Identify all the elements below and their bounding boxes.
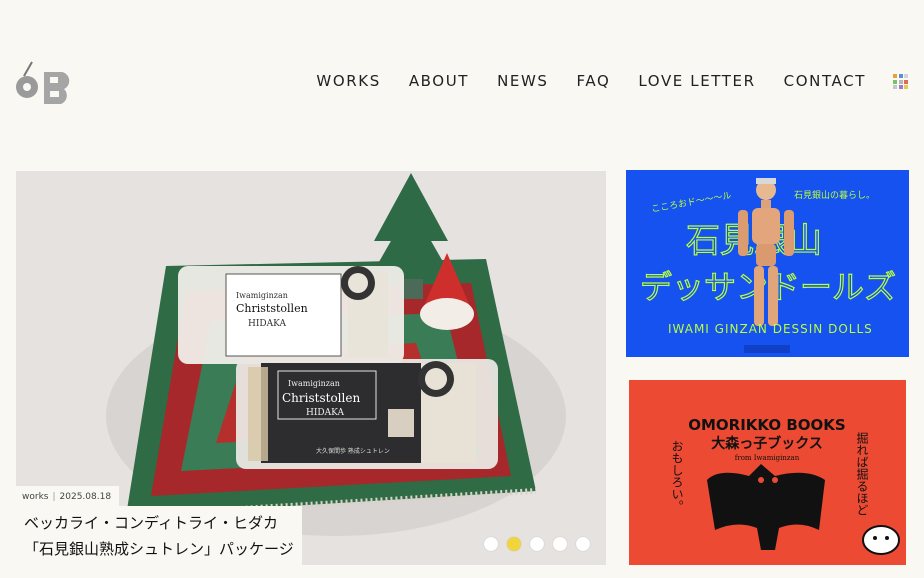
nav-news[interactable]: NEWS: [497, 72, 548, 90]
svg-text:Christstollen: Christstollen: [236, 302, 308, 315]
svg-text:Iwamiginzan: Iwamiginzan: [288, 379, 340, 388]
main-nav: WORKS ABOUT NEWS FAQ LOVE LETTER CONTACT: [316, 72, 866, 90]
svg-text:おもしろい。: おもしろい。: [670, 440, 684, 512]
svg-text:Iwamiginzan: Iwamiginzan: [236, 291, 288, 300]
svg-text:石見銀山の暮らし。: 石見銀山の暮らし。: [794, 189, 875, 201]
svg-text:HIDAKA: HIDAKA: [248, 319, 286, 329]
nav-about[interactable]: ABOUT: [409, 72, 469, 90]
slider-dot-active[interactable]: [507, 537, 521, 551]
svg-text:OMORIKKO BOOKS: OMORIKKO BOOKS: [688, 416, 845, 434]
slide-caption[interactable]: works | 2025.08.18 ベッカライ・コンディトライ・ヒダカ 「石見銀山…: [16, 486, 302, 568]
svg-text:from Iwamiginzan: from Iwamiginzan: [735, 454, 800, 462]
svg-text:大久保間歩 熟成シュトレン: 大久保間歩 熟成シュトレン: [316, 447, 390, 455]
slide-title[interactable]: ベッカライ・コンディトライ・ヒダカ 「石見銀山熟成シュトレン」パッケージ: [16, 506, 302, 568]
svg-text:掘れば掘るほど: 掘れば掘るほど: [855, 431, 869, 516]
svg-text:IWAMI GINZAN DESSIN DOLLS: IWAMI GINZAN DESSIN DOLLS: [668, 322, 873, 336]
slide-date: 2025.08.18: [59, 492, 112, 502]
banner-omorikko-books[interactable]: OMORIKKO BOOKS 大森っ子ブックス from Iwamiginzan…: [629, 380, 906, 565]
slider-dot[interactable]: [576, 537, 590, 551]
nav-love-letter[interactable]: LOVE LETTER: [638, 72, 755, 90]
svg-text:大森っ子ブックス: 大森っ子ブックス: [711, 435, 823, 452]
nav-contact[interactable]: CONTACT: [784, 72, 866, 90]
slider-dot[interactable]: [530, 537, 544, 551]
slide-category: works: [22, 492, 49, 502]
banner-dessin-dolls[interactable]: こころおド〜〜〜ル 石見銀山の暮らし。 石見銀山 デッサンドールズ IWAMI …: [626, 170, 909, 357]
slider-pagination: [484, 537, 590, 551]
slide-title-line1: ベッカライ・コンディトライ・ヒダカ: [24, 514, 278, 532]
site-logo[interactable]: [14, 60, 80, 104]
svg-text:Christstollen: Christstollen: [282, 391, 360, 405]
slide-meta: works | 2025.08.18: [16, 486, 120, 506]
nav-faq[interactable]: FAQ: [577, 72, 611, 90]
svg-text:HIDAKA: HIDAKA: [306, 408, 344, 418]
grid-menu-icon[interactable]: [893, 74, 908, 89]
nav-works[interactable]: WORKS: [316, 72, 380, 90]
slide-title-line2: 「石見銀山熟成シュトレン」パッケージ: [24, 540, 294, 558]
slider-dot[interactable]: [484, 537, 498, 551]
slider-dot[interactable]: [553, 537, 567, 551]
